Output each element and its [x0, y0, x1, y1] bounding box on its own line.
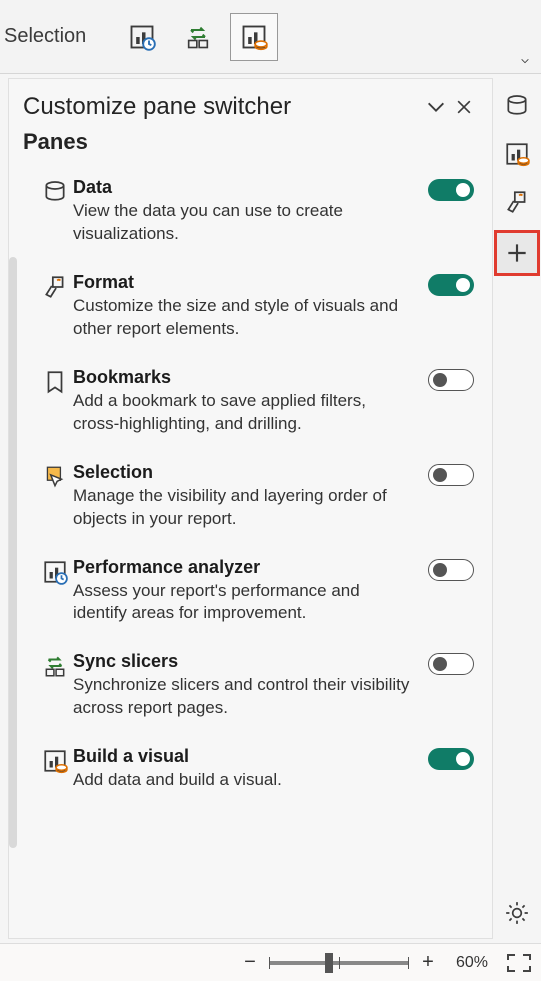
fit-to-page-button[interactable]	[507, 954, 531, 972]
performance-analyzer-ribbon-button[interactable]	[118, 13, 166, 61]
zoom-in-button[interactable]: +	[419, 951, 437, 974]
pane-item-title: Sync slicers	[73, 651, 412, 672]
performance-analyzer-icon	[42, 559, 68, 585]
pane-item-selection: SelectionManage the visibility and layer…	[13, 450, 488, 545]
ribbon-group-label: Selection	[4, 25, 86, 48]
bookmarks-icon	[42, 369, 68, 395]
chevron-down-icon	[425, 96, 447, 118]
pane-item-desc: Add a bookmark to save applied filters, …	[73, 390, 412, 436]
close-button[interactable]	[450, 93, 478, 121]
toggle-selection[interactable]	[428, 464, 474, 486]
toggle-performance-analyzer[interactable]	[428, 559, 474, 581]
pane-item-desc: View the data you can use to create visu…	[73, 200, 412, 246]
pane-item-data: DataView the data you can use to create …	[13, 165, 488, 260]
zoom-slider-thumb[interactable]	[325, 953, 333, 973]
data-icon	[504, 93, 530, 119]
pane-item-format: FormatCustomize the size and style of vi…	[13, 260, 488, 355]
status-bar: − + 60%	[0, 943, 541, 981]
format-icon	[42, 274, 68, 300]
pane-list: DataView the data you can use to create …	[9, 165, 492, 938]
build-visual-pane-button[interactable]	[497, 134, 537, 174]
format-icon	[504, 189, 530, 215]
chevron-down-icon	[517, 56, 533, 66]
panes-section-title: Panes	[9, 123, 492, 165]
close-icon	[454, 97, 474, 117]
pane-item-title: Data	[73, 177, 412, 198]
pane-item-sync-slicers: Sync slicersSynchronize slicers and cont…	[13, 639, 488, 734]
scrollbar[interactable]	[9, 257, 17, 848]
sync-icon	[184, 23, 212, 51]
toggle-data[interactable]	[428, 179, 474, 201]
sync-slicers-icon	[42, 653, 68, 679]
pane-item-desc: Assess your report's performance and ide…	[73, 580, 412, 626]
ribbon: Selection	[0, 0, 541, 74]
pane-item-desc: Synchronize slicers and control their vi…	[73, 674, 412, 720]
pane-item-desc: Manage the visibility and layering order…	[73, 485, 412, 531]
zoom-slider[interactable]	[269, 961, 409, 965]
zoom-out-button[interactable]: −	[241, 951, 259, 974]
build-visual-icon	[42, 748, 68, 774]
performance-icon	[128, 23, 156, 51]
pane-item-desc: Add data and build a visual.	[73, 769, 412, 792]
zoom-level: 60%	[447, 954, 497, 972]
build-visual-icon	[240, 23, 268, 51]
pane-item-title: Performance analyzer	[73, 557, 412, 578]
toggle-bookmarks[interactable]	[428, 369, 474, 391]
pane-item-performance-analyzer: Performance analyzerAssess your report's…	[13, 545, 488, 640]
gear-icon	[504, 900, 530, 926]
pane-item-title: Format	[73, 272, 412, 293]
pane-item-bookmarks: BookmarksAdd a bookmark to save applied …	[13, 355, 488, 450]
pane-item-title: Build a visual	[73, 746, 412, 767]
settings-button[interactable]	[497, 893, 537, 933]
build-visual-ribbon-button[interactable]	[230, 13, 278, 61]
ribbon-expand-caret[interactable]	[517, 53, 533, 69]
popup-title: Customize pane switcher	[23, 93, 422, 121]
pane-switcher-rail	[493, 74, 541, 943]
pane-item-desc: Customize the size and style of visuals …	[73, 295, 412, 341]
toggle-format[interactable]	[428, 274, 474, 296]
data-icon	[42, 179, 68, 205]
pane-item-title: Selection	[73, 462, 412, 483]
build-visual-icon	[504, 141, 530, 167]
pane-item-title: Bookmarks	[73, 367, 412, 388]
toggle-sync-slicers[interactable]	[428, 653, 474, 675]
format-pane-button[interactable]	[497, 182, 537, 222]
customize-pane-switcher-popup: Customize pane switcher Panes DataView t…	[8, 78, 493, 939]
data-pane-button[interactable]	[497, 86, 537, 126]
collapse-button[interactable]	[422, 93, 450, 121]
selection-icon	[42, 464, 68, 490]
plus-icon	[504, 240, 530, 266]
toggle-build-visual[interactable]	[428, 748, 474, 770]
sync-slicers-ribbon-button[interactable]	[174, 13, 222, 61]
pane-item-build-visual: Build a visualAdd data and build a visua…	[13, 734, 488, 806]
add-pane-button[interactable]	[494, 230, 540, 276]
